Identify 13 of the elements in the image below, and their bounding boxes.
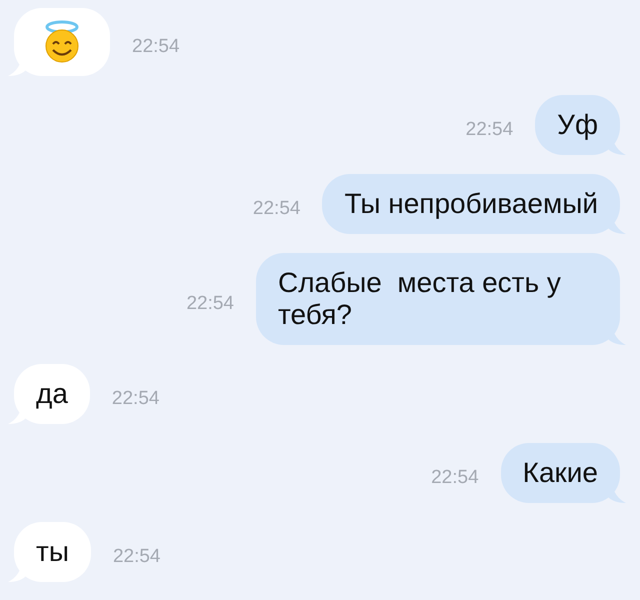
message-time: 22:54	[186, 293, 234, 315]
message-bubble: ты	[14, 522, 91, 582]
message-bubble: Слабые места есть у тебя?	[256, 253, 620, 345]
message-time: 22:54	[466, 119, 514, 141]
message-bubble: Ты непробиваемый	[322, 174, 620, 234]
message-bubble: да	[14, 364, 90, 424]
message-time: 22:54	[252, 198, 300, 220]
message-bubble: Уф	[535, 95, 620, 155]
message-time: 22:54	[112, 388, 160, 410]
message-time: 22:54	[112, 546, 160, 568]
message-bubble: Какие	[500, 443, 620, 503]
message-time: 22:54	[431, 467, 479, 489]
message-time: 22:54	[132, 36, 180, 58]
